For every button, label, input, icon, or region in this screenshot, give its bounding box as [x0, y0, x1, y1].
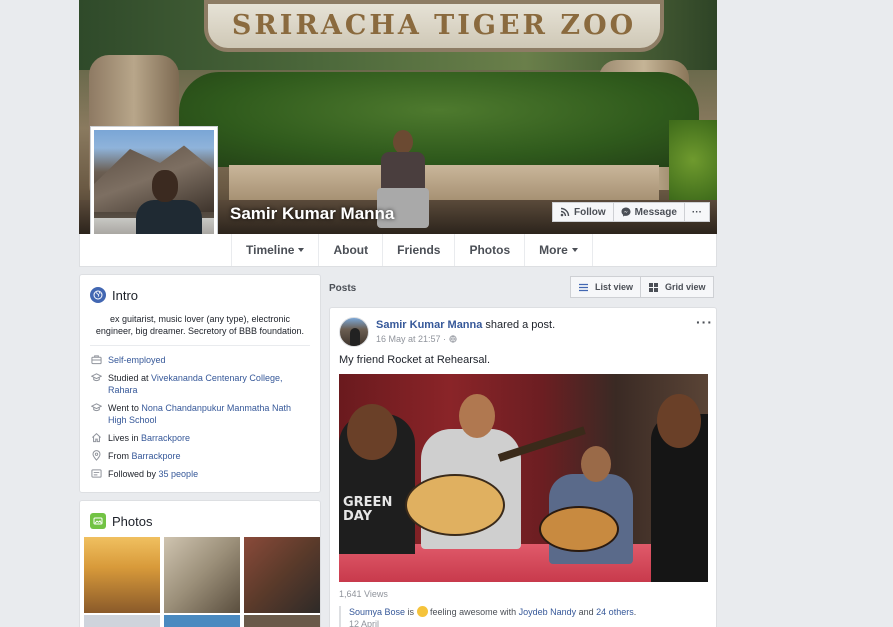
post-timestamp[interactable]: 16 May at 21:57 · [376, 334, 457, 344]
profile-name[interactable]: Samir Kumar Manna [230, 204, 394, 224]
shared-author-link[interactable]: Soumya Bose [349, 607, 405, 617]
globe-icon [449, 335, 457, 343]
globe-icon [90, 287, 106, 303]
messenger-icon [621, 207, 631, 217]
intro-title: Intro [112, 287, 139, 303]
avatar[interactable] [339, 317, 369, 347]
shared-post-header: Soumya Bose is feeling awesome with Joyd… [339, 606, 636, 627]
message-label: Message [634, 206, 677, 218]
intro-item-work: Self-employed [90, 354, 310, 366]
post-action-text: shared a post. [482, 319, 556, 331]
photo-thumbnail[interactable] [84, 615, 160, 627]
photos-icon [90, 513, 106, 529]
tab-about-label: About [333, 243, 369, 257]
photos-title: Photos [112, 513, 153, 529]
intro-item-followers: Followed by 35 people [90, 468, 310, 480]
photo-thumbnail[interactable] [244, 615, 320, 627]
tab-more-label: More [539, 243, 568, 257]
grid-view-button[interactable]: Grid view [641, 276, 714, 298]
list-view-label: List view [595, 282, 634, 292]
tab-friends-label: Friends [397, 243, 441, 257]
list-view-button[interactable]: List view [570, 276, 642, 298]
rss-icon [560, 207, 570, 217]
intro-item-school: Went to Nona Chandanpukur Manmatha Nath … [90, 402, 310, 426]
followers-link[interactable]: 35 people [159, 469, 199, 479]
photo-thumbnail[interactable] [84, 537, 160, 613]
chevron-down-icon [298, 248, 305, 252]
intro-details: Self-employed Studied at Vivekananda Cen… [80, 346, 320, 480]
cover-more-button[interactable]: ··· [684, 202, 710, 222]
post-caption: My friend Rocket at Rehearsal. [339, 354, 491, 366]
post-options-button[interactable]: ··· [696, 314, 713, 330]
tab-about[interactable]: About [318, 234, 382, 266]
tab-timeline[interactable]: Timeline [231, 234, 318, 266]
location-pin-icon [92, 450, 100, 461]
follow-button[interactable]: Follow [552, 202, 614, 222]
posts-heading: Posts [329, 283, 357, 294]
post-photo[interactable]: GREEN DAY [339, 374, 708, 582]
cover-plants [669, 120, 717, 200]
list-icon [579, 283, 588, 291]
photos-card: Photos [79, 500, 321, 627]
follow-label: Follow [574, 206, 606, 218]
grid-icon [649, 282, 659, 292]
intro-item-lives: Lives in Barrackpore [90, 432, 310, 444]
tab-photos-label: Photos [469, 243, 511, 257]
intro-card: Intro ex guitarist, music lover (any typ… [79, 274, 321, 493]
briefcase-icon [90, 355, 102, 365]
graduation-cap-icon [90, 373, 102, 382]
cover-hedge [179, 72, 699, 167]
post-author-link[interactable]: Samir Kumar Manna [376, 319, 482, 331]
home-icon [91, 432, 101, 443]
more-dots-icon: ··· [691, 206, 702, 218]
work-link[interactable]: Self-employed [108, 355, 166, 365]
tab-photos[interactable]: Photos [454, 234, 524, 266]
view-toggle: List view Grid view [570, 276, 714, 298]
tab-timeline-label: Timeline [246, 243, 295, 257]
cover-sign-text: SRIRACHA TIGER ZOO [231, 10, 637, 41]
post-card: Samir Kumar Manna shared a post. 16 May … [329, 307, 717, 627]
post-views: 1,641 Views [339, 589, 388, 599]
others-link[interactable]: 24 others [596, 607, 634, 617]
shirt-text: GREEN DAY [343, 495, 393, 524]
profile-nav: Timeline About Friends Photos More [79, 234, 717, 267]
intro-item-from: From Barrackpore [90, 450, 310, 462]
graduation-cap-icon [90, 403, 102, 412]
grid-view-label: Grid view [665, 282, 706, 292]
post-header: Samir Kumar Manna shared a post. [376, 319, 555, 331]
message-button[interactable]: Message [613, 202, 685, 222]
photos-grid-row-2 [84, 615, 320, 627]
smile-emoji-icon [416, 606, 428, 617]
chevron-down-icon [571, 248, 578, 252]
tab-friends[interactable]: Friends [382, 234, 454, 266]
profile-pic-person-head [152, 170, 178, 202]
cover-zoo-sign: SRIRACHA TIGER ZOO [204, 0, 664, 52]
tagged-friend-link[interactable]: Joydeb Nandy [519, 607, 577, 617]
tab-more[interactable]: More [524, 234, 593, 266]
cover-actions: Follow Message ··· [552, 202, 710, 222]
photo-thumbnail[interactable] [164, 615, 240, 627]
intro-item-college: Studied at Vivekananda Centenary College… [90, 372, 310, 396]
photo-thumbnail[interactable] [244, 537, 320, 613]
photos-grid [84, 537, 320, 613]
intro-bio: ex guitarist, music lover (any type), el… [95, 314, 305, 336]
shared-post-date[interactable]: 12 April [349, 619, 636, 627]
post-time-text: 16 May at 21:57 · [376, 334, 447, 344]
lives-in-link[interactable]: Barrackpore [141, 433, 190, 443]
followers-icon [90, 469, 102, 478]
photo-thumbnail[interactable] [164, 537, 240, 613]
from-link[interactable]: Barrackpore [132, 451, 181, 461]
